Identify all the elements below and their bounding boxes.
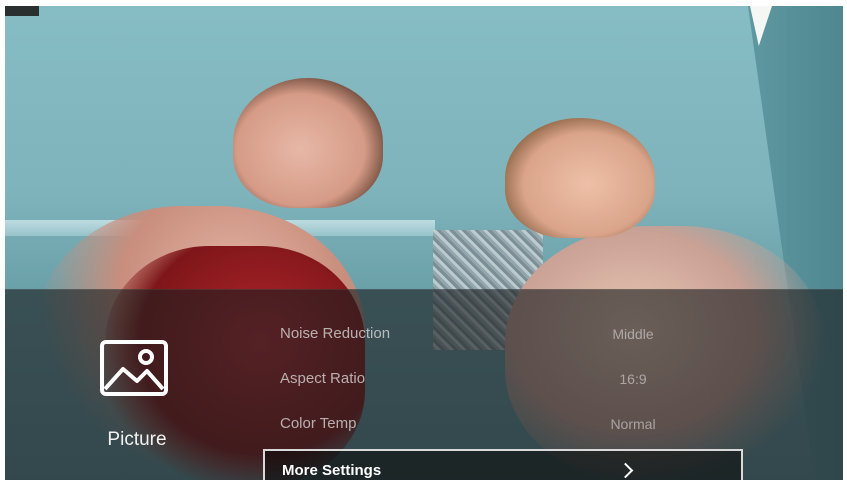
menu-item-value: 16:9 (619, 370, 647, 387)
menu-item-label: More Settings (282, 461, 382, 479)
osd-divider (5, 289, 843, 290)
background-figure-head (505, 118, 655, 238)
menu-item-aspect-ratio[interactable]: Aspect Ratio 16:9 (263, 356, 743, 401)
menu-item-label: Aspect Ratio (280, 370, 366, 387)
menu-item-color-temp[interactable]: Color Temp Normal (263, 401, 743, 446)
menu-item-noise-reduction[interactable]: Noise Reduction Middle (263, 311, 743, 356)
osd-menu: Noise Reduction Middle Aspect Ratio 16:9… (263, 311, 743, 480)
menu-item-label: Noise Reduction (280, 325, 391, 342)
osd-category-label: Picture (107, 429, 167, 450)
background-figure-head (233, 78, 383, 208)
signal-badge (5, 6, 39, 16)
menu-item-more-settings[interactable]: More Settings (263, 449, 743, 480)
tv-screen: Picture Noise Reduction Middle Aspect Ra… (5, 6, 843, 480)
picture-icon (100, 340, 168, 396)
chevron-right-icon (617, 462, 634, 478)
menu-item-label: Color Temp (280, 415, 357, 432)
menu-item-value: Normal (610, 415, 656, 432)
menu-item-value: Middle (612, 325, 654, 342)
osd-category-picture[interactable]: Picture (77, 339, 197, 459)
